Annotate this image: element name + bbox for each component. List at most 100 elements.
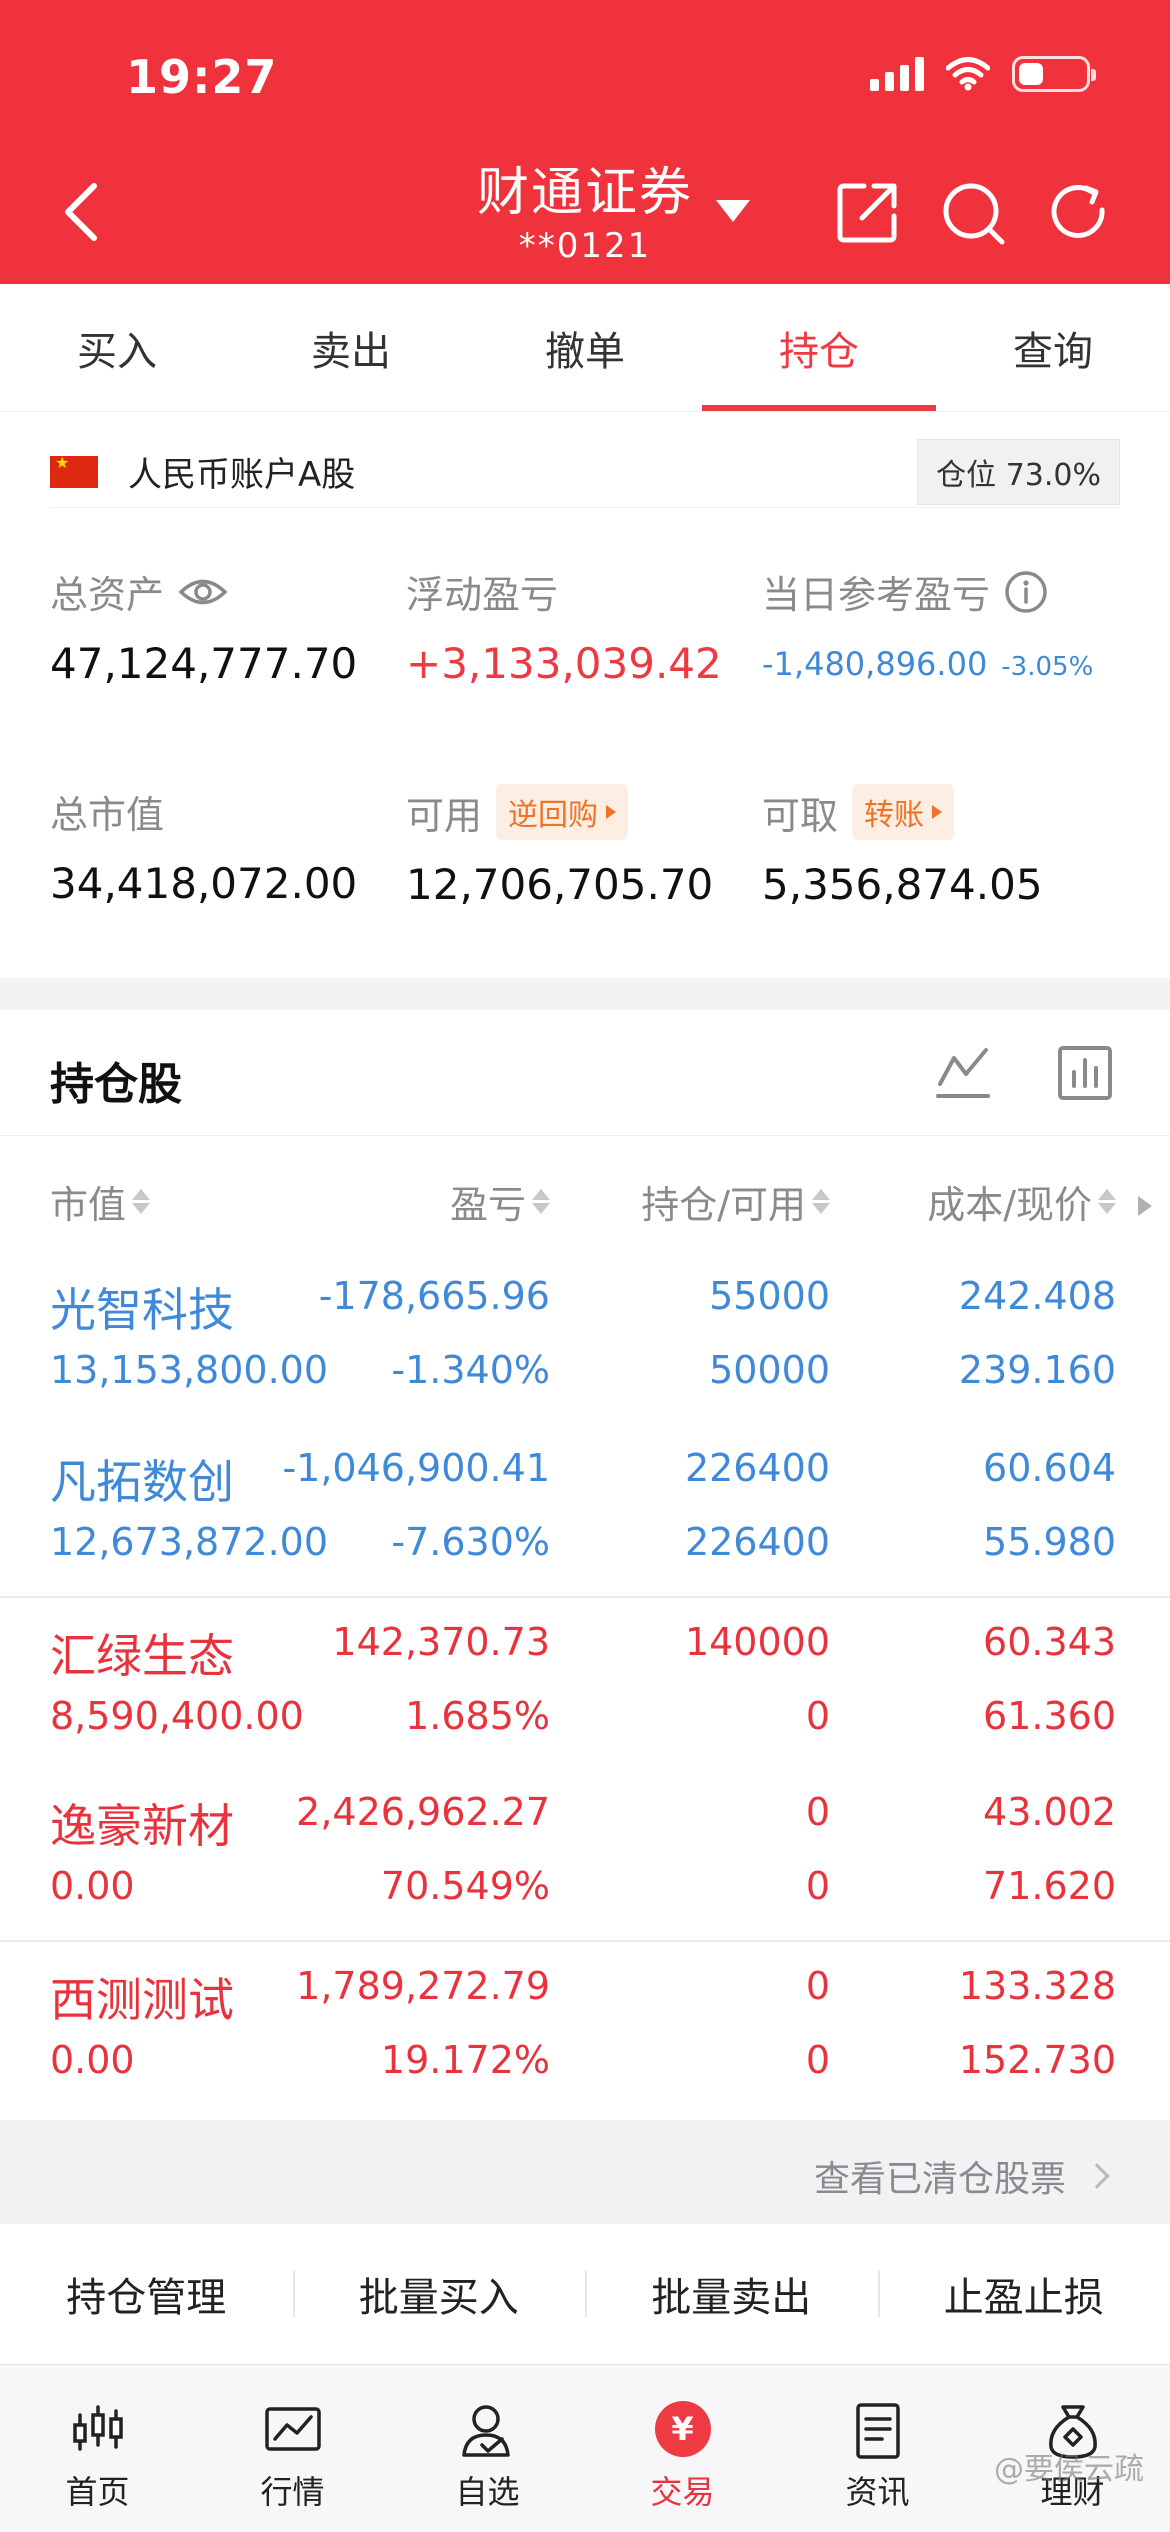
nav-trade-label: 交易 (650, 2473, 715, 2511)
available-cash: 可用 逆回购 12,706,705.70 (406, 784, 713, 909)
sort-icon (812, 1189, 830, 1214)
position-value: 73.0% (1005, 457, 1101, 493)
take-profit-stop-loss-button[interactable]: 止盈止损 (877, 2265, 1170, 2323)
holdings-column-headers: 市值 盈亏 持仓/可用 成本/现价 (0, 1136, 1170, 1252)
col-cost-label: 成本/现价 (927, 1183, 1092, 1227)
nav-home[interactable]: 首页 (0, 2365, 195, 2532)
daily-pl-label: 当日参考盈亏 (762, 573, 991, 617)
floating-pl-value: +3,133,039.42 (406, 639, 722, 688)
position-badge: 仓位 73.0% (917, 438, 1120, 505)
refresh-icon[interactable] (1046, 180, 1112, 246)
table-row[interactable]: 汇绿生态 8,590,400.00 142,370.73 1.685% 1400… (0, 1596, 1170, 1768)
chart-icon (264, 2407, 321, 2451)
table-row[interactable]: 西测测试 0.00 1,789,272.79 19.172% 0 0 133.3… (0, 1940, 1170, 2112)
sort-icon (1098, 1189, 1116, 1214)
stock-name: 西测测试 (50, 1973, 234, 2027)
stock-pl: 2,426,962.27 (296, 1790, 550, 1834)
transfer-button[interactable]: 转账 (852, 784, 955, 840)
tab-cancel[interactable]: 撤单 (468, 284, 702, 411)
total-assets: 总资产 47,124,777.70 (50, 564, 357, 688)
daily-pl-value: -1,480,896.00 (762, 645, 988, 683)
page-title: 财通证券 (476, 163, 693, 223)
nav-trade[interactable]: ¥ 交易 (585, 2365, 780, 2532)
stock-available: 226400 (684, 1520, 830, 1564)
nav-news[interactable]: 资讯 (780, 2365, 975, 2532)
sort-cost[interactable]: 成本/现价 (927, 1174, 1116, 1229)
sort-pl[interactable]: 盈亏 (450, 1174, 550, 1229)
stock-price: 61.360 (983, 1694, 1116, 1738)
nav-watchlist-label: 自选 (455, 2473, 520, 2511)
yen-icon: ¥ (654, 2401, 711, 2457)
stock-pl-pct: 70.549% (380, 1864, 550, 1908)
caret-down-icon[interactable] (716, 200, 750, 222)
battery-icon (1012, 56, 1096, 92)
chevron-right-icon (1084, 2163, 1110, 2189)
stock-market-value: 8,590,400.00 (50, 1694, 304, 1738)
withdrawable-value: 5,356,874.05 (762, 860, 1043, 909)
watermark: @要侯云疏 (994, 2452, 1144, 2487)
stock-name: 逸豪新材 (50, 1799, 234, 1853)
account-summary: 人民币账户A股 仓位 73.0% 总资产 47,124,777.70 浮动盈亏 … (0, 412, 1170, 978)
status-time: 19:27 (126, 50, 278, 104)
tab-buy[interactable]: 买入 (0, 284, 234, 411)
share-icon[interactable] (834, 180, 900, 246)
batch-sell-button[interactable]: 批量卖出 (585, 2265, 878, 2323)
available-value: 12,706,705.70 (406, 860, 714, 909)
sort-market-value[interactable]: 市值 (50, 1174, 151, 1229)
reverse-repo-button[interactable]: 逆回购 (496, 784, 629, 840)
manage-positions-button[interactable]: 持仓管理 (0, 2265, 293, 2323)
stock-pl: 142,370.73 (332, 1620, 550, 1664)
candlestick-icon (72, 2405, 123, 2451)
batch-buy-button[interactable]: 批量买入 (292, 2265, 586, 2323)
cleared-stocks-link[interactable]: 查看已清仓股票 (813, 2150, 1110, 2202)
stock-available: 0 (805, 2038, 830, 2082)
nav-watchlist[interactable]: 自选 (390, 2365, 585, 2532)
cleared-section: 查看已清仓股票 (0, 2120, 1170, 2224)
nav-news-label: 资讯 (845, 2473, 910, 2511)
stock-market-value: 0.00 (50, 2038, 135, 2082)
stock-pl-pct: 19.172% (380, 2038, 550, 2082)
table-row[interactable]: 凡拓数创 12,673,872.00 -1,046,900.41 -7.630%… (0, 1424, 1170, 1596)
stock-cost: 242.408 (958, 1274, 1116, 1318)
stock-cost: 60.343 (983, 1620, 1116, 1664)
account-row: 人民币账户A股 仓位 73.0% (50, 436, 1120, 508)
tab-positions[interactable]: 持仓 (702, 284, 936, 411)
nav-market[interactable]: 行情 (195, 2365, 390, 2532)
stock-name: 凡拓数创 (50, 1455, 234, 1509)
stock-price: 55.980 (983, 1520, 1116, 1564)
withdrawable-label: 可取 (762, 793, 839, 838)
status-icons (870, 56, 1096, 92)
stock-pl-pct: -7.630% (391, 1520, 550, 1564)
stock-price: 71.620 (983, 1864, 1116, 1908)
sort-qty[interactable]: 持仓/可用 (641, 1174, 830, 1229)
stock-qty: 0 (805, 1964, 830, 2008)
tab-sell[interactable]: 卖出 (234, 284, 468, 411)
stock-name: 光智科技 (50, 1283, 234, 1337)
stock-cost: 60.604 (983, 1446, 1116, 1490)
table-row[interactable]: 逸豪新材 0.00 2,426,962.27 70.549% 0 0 43.00… (0, 1768, 1170, 1940)
total-assets-label: 总资产 (50, 573, 165, 617)
holdings-header: 持仓股 (0, 1010, 1170, 1136)
total-assets-value: 47,124,777.70 (50, 639, 358, 688)
wifi-icon (946, 57, 990, 91)
stock-pl: -178,665.96 (318, 1274, 550, 1318)
stock-qty: 140000 (684, 1620, 830, 1664)
floating-pl-label: 浮动盈亏 (406, 573, 559, 617)
bar-chart-icon[interactable] (1056, 1044, 1114, 1102)
daily-pl: 当日参考盈亏 -1,480,896.00 -3.05% (762, 564, 1093, 683)
stock-pl: 1,789,272.79 (296, 1964, 550, 2008)
cleared-stocks-label: 查看已清仓股票 (813, 2159, 1066, 2200)
account-type: 人民币账户A股 (128, 455, 356, 495)
stock-qty: 226400 (684, 1446, 830, 1490)
line-chart-icon[interactable] (934, 1044, 992, 1102)
stock-available: 50000 (709, 1348, 830, 1392)
nav-market-label: 行情 (260, 2473, 325, 2511)
stock-pl-pct: 1.685% (405, 1694, 550, 1738)
search-icon[interactable] (940, 180, 1006, 246)
info-icon[interactable] (1004, 570, 1048, 614)
table-row[interactable]: 光智科技 13,153,800.00 -178,665.96 -1.340% 5… (0, 1252, 1170, 1424)
available-label: 可用 (406, 793, 483, 838)
eye-icon[interactable] (178, 575, 228, 609)
scroll-right-icon[interactable] (1138, 1196, 1152, 1216)
tab-query[interactable]: 查询 (936, 284, 1170, 411)
